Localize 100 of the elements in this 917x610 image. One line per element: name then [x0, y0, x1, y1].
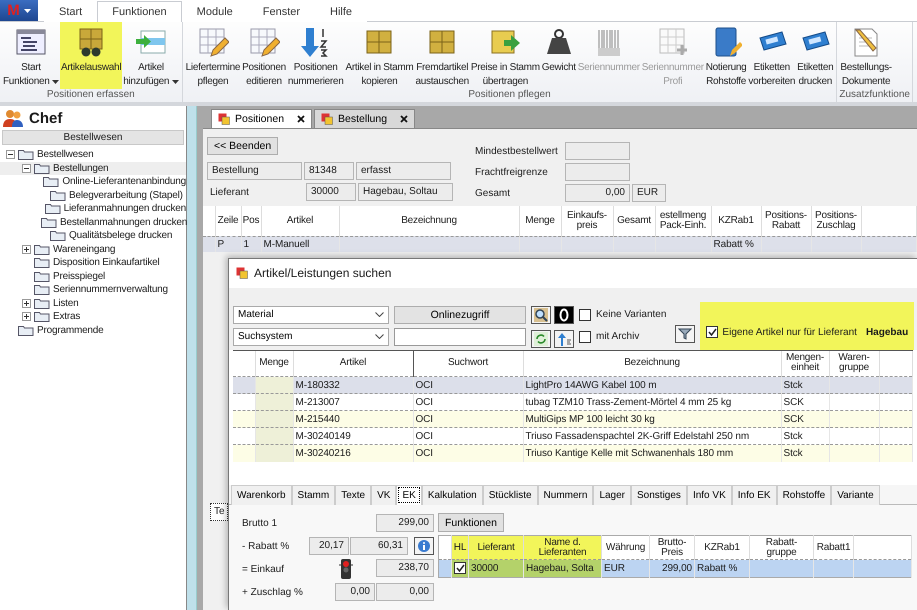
column-header[interactable]: Positions- Zuschlag	[811, 206, 861, 236]
tree-item[interactable]: Bestellanmahnungen drucken	[0, 216, 186, 229]
table-row[interactable]: M-180332 OCI LightPro 14AWG Kabel 100 m Stck	[233, 376, 912, 394]
total-field[interactable]: 0,00	[565, 184, 630, 202]
column-header[interactable]: HL	[452, 536, 468, 560]
tab[interactable]: Nummern	[538, 485, 594, 505]
tab[interactable]: Lager	[593, 485, 632, 505]
tree-item[interactable]: Lieferanmahnungen drucken	[0, 202, 186, 216]
expand-icon[interactable]	[22, 298, 31, 308]
online-access-button[interactable]: Onlinezugriff	[394, 306, 526, 324]
functions-button[interactable]: Funktionen	[438, 513, 504, 532]
column-header[interactable]: Menge	[519, 206, 561, 236]
column-header[interactable]: Brutto- Preis	[650, 536, 694, 560]
column-header[interactable]: Waren- gruppe	[829, 350, 879, 377]
checkbox[interactable]	[454, 562, 466, 574]
refresh-button[interactable]	[531, 330, 551, 348]
checkbox[interactable]	[579, 330, 591, 343]
order-number-field[interactable]: 81348	[304, 162, 354, 180]
close-icon[interactable]	[400, 115, 408, 123]
column-header[interactable]: Rabatt1	[814, 536, 854, 560]
column-header[interactable]: KZRab1	[711, 206, 761, 236]
search-map-button[interactable]	[531, 306, 551, 324]
collapse-icon[interactable]	[6, 150, 15, 160]
tree-item[interactable]: Programmende	[0, 324, 186, 337]
price-field[interactable]: 20,17	[309, 537, 349, 555]
ribbon-button[interactable]: Notierung Rohstoffe	[704, 22, 748, 89]
tree-item[interactable]: Belegverarbeitung (Stapel)	[0, 188, 186, 202]
tab[interactable]: EK	[396, 485, 422, 505]
tab[interactable]: Stückliste	[482, 485, 538, 505]
menu-tab[interactable]: Funktionen	[97, 1, 182, 22]
ribbon-button[interactable]: Positionen editieren	[241, 22, 287, 89]
close-icon[interactable]	[297, 115, 306, 123]
ribbon-button[interactable]: Start Funktionen	[2, 22, 60, 89]
tree-item[interactable]: Qualitätsbelege drucken	[0, 229, 186, 242]
column-header[interactable]: KZRab1	[694, 536, 750, 560]
column-header[interactable]: Pos	[241, 206, 261, 236]
tab[interactable]: Variante	[831, 485, 880, 505]
column-header[interactable]: Rabatt- gruppe	[750, 536, 814, 560]
ribbon-button[interactable]: Bestellungs- Dokumente	[839, 22, 893, 89]
column-header[interactable]: Gesamt	[613, 206, 655, 236]
dropdown-select[interactable]: Suchsystem	[233, 328, 389, 346]
price-field[interactable]: 299,00	[376, 514, 434, 532]
tree-item[interactable]: Bestellwesen	[0, 148, 186, 162]
dropdown-select[interactable]: Material	[233, 306, 389, 324]
column-header[interactable]: Artikel	[293, 350, 413, 377]
ribbon-button[interactable]: Preise in Stamm übertragen	[470, 22, 541, 89]
tab[interactable]: Sonstiges	[631, 485, 687, 505]
supplier-name-field[interactable]: Hagebau, Soltau	[358, 183, 453, 201]
column-header[interactable]: Mengen- einheit	[781, 350, 829, 377]
ribbon-button[interactable]: Artikel hinzufügen	[122, 22, 180, 89]
ribbon-button[interactable]: Artikel in Stamm kopieren	[344, 22, 414, 89]
tab[interactable]: Te	[210, 503, 228, 521]
tree-item[interactable]: Listen	[0, 296, 186, 310]
tree-item[interactable]: Seriennummernverwaltung	[0, 283, 186, 296]
tree-item[interactable]: Extras	[0, 310, 186, 324]
min-order-field[interactable]	[565, 142, 630, 160]
ribbon-button[interactable]: Etiketten vorbereiten	[747, 22, 796, 89]
tree-item[interactable]: Online-Lieferantenanbindung	[0, 175, 186, 188]
oval-key-button[interactable]	[554, 306, 574, 324]
table-row[interactable]: 30000 Hagebau, Solta EUR 299,00 Rabatt %	[438, 560, 912, 578]
tree-item[interactable]: Disposition Einkaufartikel	[0, 256, 186, 270]
ribbon-button[interactable]: Artikelauswahl	[60, 22, 122, 89]
price-field[interactable]: 60,31	[350, 537, 408, 555]
column-header[interactable]: Währung	[602, 536, 650, 560]
document-tab[interactable]: Positionen	[211, 109, 312, 128]
ribbon-button[interactable]: Fremdartikel austauschen	[414, 22, 470, 89]
checkbox[interactable]	[579, 308, 591, 321]
tab[interactable]: Kalkulation	[422, 485, 483, 505]
column-header[interactable]: Suchwort	[413, 350, 523, 377]
column-header[interactable]: Positions- Rabatt	[761, 206, 811, 236]
tree-item[interactable]: Preisspiegel	[0, 270, 186, 283]
column-header[interactable]: Einkaufs- preis	[561, 206, 613, 236]
currency-field[interactable]: EUR	[632, 184, 666, 202]
tree-item[interactable]: Wareneingang	[0, 242, 186, 256]
search-field[interactable]	[394, 328, 526, 346]
filter-button[interactable]	[675, 324, 696, 343]
tab[interactable]: Rohstoffe	[776, 485, 832, 505]
section-header[interactable]: Bestellwesen	[2, 130, 184, 145]
sort-button[interactable]	[554, 330, 574, 348]
tab[interactable]: Info VK	[686, 485, 732, 505]
back-button[interactable]: << Beenden	[207, 137, 278, 155]
tab[interactable]: Stamm	[292, 485, 336, 505]
price-field[interactable]: 238,70	[376, 559, 434, 577]
tree-item[interactable]: Bestellungen	[0, 162, 186, 175]
ribbon-button[interactable]: Gewicht	[540, 22, 577, 89]
tab[interactable]: Info EK	[732, 485, 777, 505]
supplier-number-field[interactable]: 30000	[306, 183, 356, 201]
info-button[interactable]	[414, 537, 434, 555]
table-row[interactable]: M-30240216 OCI Triuso Kantige Kelle mit Schwanenhals 180 mm Stck	[233, 444, 912, 462]
price-field[interactable]: 0,00	[335, 583, 375, 601]
document-tab[interactable]: Bestellung	[314, 109, 416, 128]
column-header[interactable]: Zeile	[215, 206, 241, 236]
ribbon-button[interactable]: Liefertermine pflegen	[184, 22, 242, 89]
ribbon-button[interactable]: Positionen nummerieren	[286, 22, 344, 89]
table-row[interactable]: M-30240149 OCI Triuso Fassadenspachtel 2K-Griff Edelstahl 250 nm Stck	[233, 428, 912, 445]
checkbox[interactable]	[706, 326, 718, 338]
column-header[interactable]: Lieferant	[468, 536, 524, 560]
tab[interactable]: VK	[371, 485, 396, 505]
tab[interactable]: Texte	[335, 485, 372, 505]
column-header[interactable]: Name d. Lieferanten	[524, 536, 602, 560]
